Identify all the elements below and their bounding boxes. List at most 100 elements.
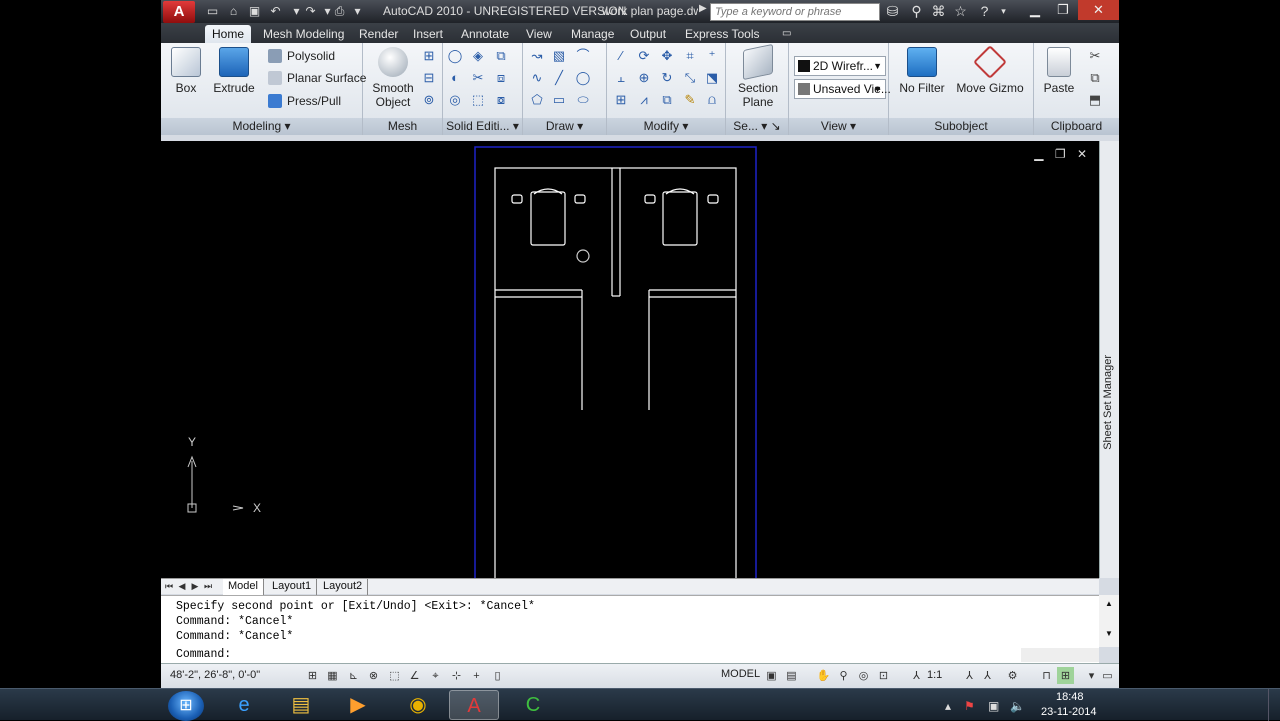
annotation-scale-icon[interactable]: ⅄ (908, 667, 925, 684)
viewport-restore-button[interactable]: ❐ (1055, 147, 1066, 161)
draw-panel-title[interactable]: Draw ▾ (523, 118, 606, 135)
undo-icon[interactable]: ↶ (267, 3, 284, 19)
last-layout-icon[interactable]: ⏭ (202, 580, 214, 593)
showmotion-icon[interactable]: ⊡ (875, 667, 892, 684)
planar-surface-button[interactable]: Planar Surface (268, 68, 366, 88)
quick-view-drawings-icon[interactable]: ▤ (783, 667, 800, 684)
polysolid-button[interactable]: Polysolid (268, 46, 335, 66)
polygon-icon[interactable]: ⬠ (528, 91, 546, 109)
mirror3d-icon[interactable]: ⩘ (635, 91, 653, 109)
grid-icon[interactable]: ▦ (324, 667, 341, 684)
stretch-icon[interactable]: ⬔ (703, 69, 721, 87)
clock-date[interactable]: 23-11-2014 (1041, 706, 1096, 718)
align-icon[interactable]: ⫠ (612, 69, 630, 87)
scroll-down-icon[interactable]: ▼ (1105, 629, 1113, 638)
subtract-icon[interactable]: ◐ (446, 69, 464, 87)
quick-access-dropdown-icon[interactable]: ▾ (349, 3, 366, 19)
rectangle-icon[interactable]: ▭ (550, 91, 568, 109)
maximize-button[interactable]: ❐ (1049, 0, 1077, 20)
start-button[interactable]: ⊞ (168, 691, 204, 721)
match-properties-icon[interactable]: ⬒ (1086, 91, 1104, 109)
viewport-close-button[interactable]: ✕ (1077, 147, 1087, 161)
search-input[interactable] (710, 3, 880, 21)
action-center-flag-icon[interactable]: ⚑ (964, 699, 975, 713)
quick-view-layouts-icon[interactable]: ▣ (763, 667, 780, 684)
tab-annotate[interactable]: Annotate (454, 25, 516, 43)
ducs-icon[interactable]: ⊹ (448, 667, 465, 684)
annotation-visibility-icon[interactable]: ⅄ (961, 667, 978, 684)
arc-icon[interactable]: ⌒ (574, 47, 592, 65)
pan-icon[interactable]: ✋ (815, 667, 832, 684)
intersect-icon[interactable]: ◎ (446, 91, 464, 109)
tab-view[interactable]: View (519, 25, 559, 43)
plot-icon[interactable]: ⎙ (331, 3, 348, 19)
spline-icon[interactable]: ∿ (528, 69, 546, 87)
circle-icon[interactable]: ◯ (574, 69, 592, 87)
tab-render[interactable]: Render (352, 25, 405, 43)
communication-center-icon[interactable]: ⚲ (907, 3, 926, 20)
volume-icon[interactable]: 🔈 (1010, 699, 1025, 713)
array-rect-icon[interactable]: ⊞ (612, 91, 630, 109)
steering-wheel-icon[interactable]: ◎ (855, 667, 872, 684)
clock-time[interactable]: 18:48 (1056, 691, 1084, 703)
command-scrollbar[interactable]: ▲ ▼ (1099, 595, 1119, 647)
network-icon[interactable]: ▣ (988, 699, 999, 713)
fillet-icon[interactable]: ⌗ (681, 47, 699, 65)
redo-icon[interactable]: ↷ (302, 3, 319, 19)
model-space-toggle[interactable]: MODEL (721, 668, 760, 680)
no-filter-button[interactable]: No Filter (897, 47, 947, 95)
autocad-logo-icon[interactable]: A (163, 1, 195, 23)
separate-icon[interactable]: ✂ (469, 69, 487, 87)
paste-button[interactable]: Paste (1042, 47, 1076, 95)
shell-icon[interactable]: ⧈ (492, 69, 510, 87)
command-window[interactable]: Specify second point or [Exit/Undo] <Exi… (161, 595, 1099, 663)
extrude-faces-icon[interactable]: ⧉ (492, 47, 510, 65)
extrude-button[interactable]: Extrude (213, 47, 255, 95)
array-icon[interactable]: ⊕ (635, 69, 653, 87)
isolate-objects-icon[interactable]: ⊞ (1057, 667, 1074, 684)
copy-icon[interactable]: ⧉ (658, 91, 676, 109)
minimize-button[interactable]: ▁ (1021, 0, 1049, 20)
open-icon[interactable]: ⌂ (225, 3, 242, 19)
first-layout-icon[interactable]: ⏮ (163, 580, 175, 593)
dyn-icon[interactable]: + (468, 667, 485, 684)
layout-tab-model[interactable]: Model (223, 579, 264, 595)
visual-style-select[interactable]: 2D Wirefr... ▼ (794, 56, 886, 76)
tab-insert[interactable]: Insert (406, 25, 450, 43)
tab-mesh-modeling[interactable]: Mesh Modeling (256, 25, 351, 43)
offset-icon[interactable]: ⩍ (703, 91, 721, 109)
binoculars-icon[interactable]: ⛁ (883, 3, 902, 20)
check-solid-icon[interactable]: ⧇ (492, 91, 510, 109)
hatch-icon[interactable]: ▧ (550, 47, 568, 65)
smooth-object-button[interactable]: Smooth Object (371, 47, 415, 109)
scroll-up-icon[interactable]: ▲ (1105, 599, 1113, 608)
copy-clip-icon[interactable]: ⧉ (1086, 69, 1104, 87)
next-layout-icon[interactable]: ▶ (189, 580, 201, 593)
lock-icon[interactable]: ⊓ (1038, 667, 1055, 684)
3d-osnap-icon[interactable]: ∠ (406, 667, 423, 684)
layout-tab-layout2[interactable]: Layout2 (318, 579, 369, 595)
prev-layout-icon[interactable]: ◀ (176, 580, 188, 593)
move-gizmo-button[interactable]: Move Gizmo (954, 45, 1026, 95)
cut-icon[interactable]: ✂ (1086, 47, 1104, 65)
ribbon-minimize-icon[interactable]: ▭ (775, 25, 798, 43)
sheet-set-manager-tab[interactable]: Sheet Set Manager (1102, 355, 1114, 450)
tab-express-tools[interactable]: Express Tools (678, 25, 766, 43)
infer-constraints-icon[interactable]: ⊞ (304, 667, 321, 684)
chrome-icon[interactable]: ◉ (393, 690, 443, 720)
show-desktop-button[interactable] (1268, 689, 1280, 721)
tab-output[interactable]: Output (623, 25, 673, 43)
3d-rotate-icon[interactable]: ⟳ (635, 47, 653, 65)
tab-home[interactable]: Home (205, 25, 252, 43)
extract-edges-icon[interactable]: ◈ (469, 47, 487, 65)
auto-scale-icon[interactable]: ⅄ (979, 667, 996, 684)
ortho-icon[interactable]: ⊾ (345, 667, 362, 684)
section-panel-title[interactable]: Se... ▾ ↘ (726, 118, 788, 135)
polar-icon[interactable]: ⊗ (365, 667, 382, 684)
show-hidden-icons-icon[interactable]: ▴ (945, 699, 951, 713)
annotation-scale-value[interactable]: 1:1 (927, 669, 942, 681)
union-icon[interactable]: ◯ (446, 47, 464, 65)
drawing-viewport[interactable]: Y X ▁ ❐ ✕ (161, 141, 1099, 578)
section-plane-button[interactable]: Section Plane (737, 43, 779, 109)
viewport-minimize-button[interactable]: ▁ (1034, 147, 1043, 161)
